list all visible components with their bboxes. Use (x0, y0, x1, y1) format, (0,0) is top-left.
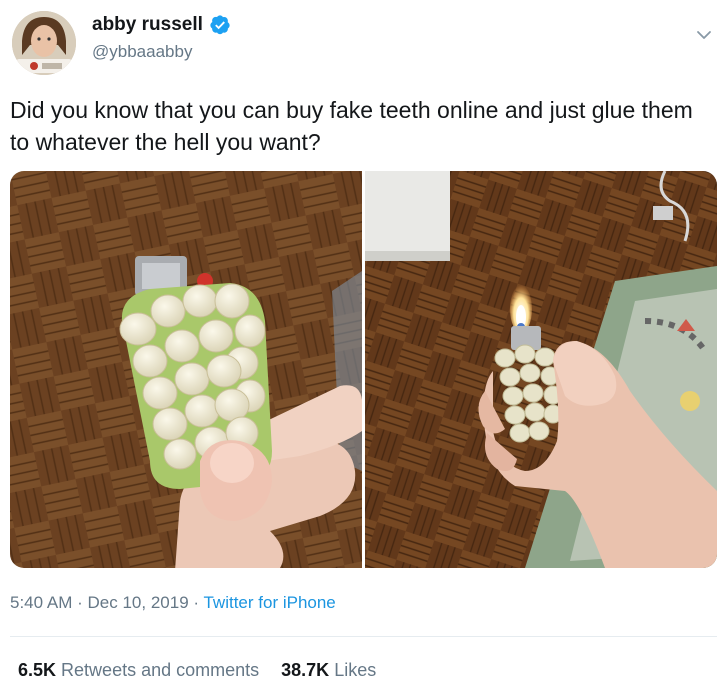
retweets-label: Retweets and comments (61, 660, 260, 680)
tweet-meta: 5:40 AM · Dec 10, 2019 · Twitter for iPh… (10, 593, 336, 613)
photo-right[interactable] (365, 171, 717, 568)
chevron-down-icon[interactable] (695, 26, 713, 44)
media-grid (10, 171, 717, 568)
tweet-text: Did you know that you can buy fake teeth… (10, 97, 693, 155)
likes-count: 38.7K (281, 660, 330, 680)
meta-separator: · (193, 593, 200, 612)
display-name[interactable]: abby russell (92, 14, 203, 36)
meta-separator: · (77, 593, 83, 612)
divider (10, 636, 717, 637)
author-handle[interactable]: @ybbaaabby (92, 42, 192, 62)
likes-stat[interactable]: 38.7K Likes (281, 660, 376, 681)
tweet-time[interactable]: 5:40 AM (10, 593, 72, 612)
tweet-date[interactable]: Dec 10, 2019 (88, 593, 189, 612)
author-name-row: abby russell (92, 14, 231, 36)
tweet-source-link[interactable]: Twitter for iPhone (203, 593, 335, 612)
avatar[interactable] (12, 11, 76, 75)
likes-label: Likes (334, 660, 377, 680)
retweets-count: 6.5K (18, 660, 57, 680)
verified-badge-icon (209, 14, 231, 36)
tweet-stats: 6.5K Retweets and comments 38.7K Likes (18, 660, 376, 681)
retweets-stat[interactable]: 6.5K Retweets and comments (18, 660, 259, 681)
photo-left[interactable] (10, 171, 362, 568)
